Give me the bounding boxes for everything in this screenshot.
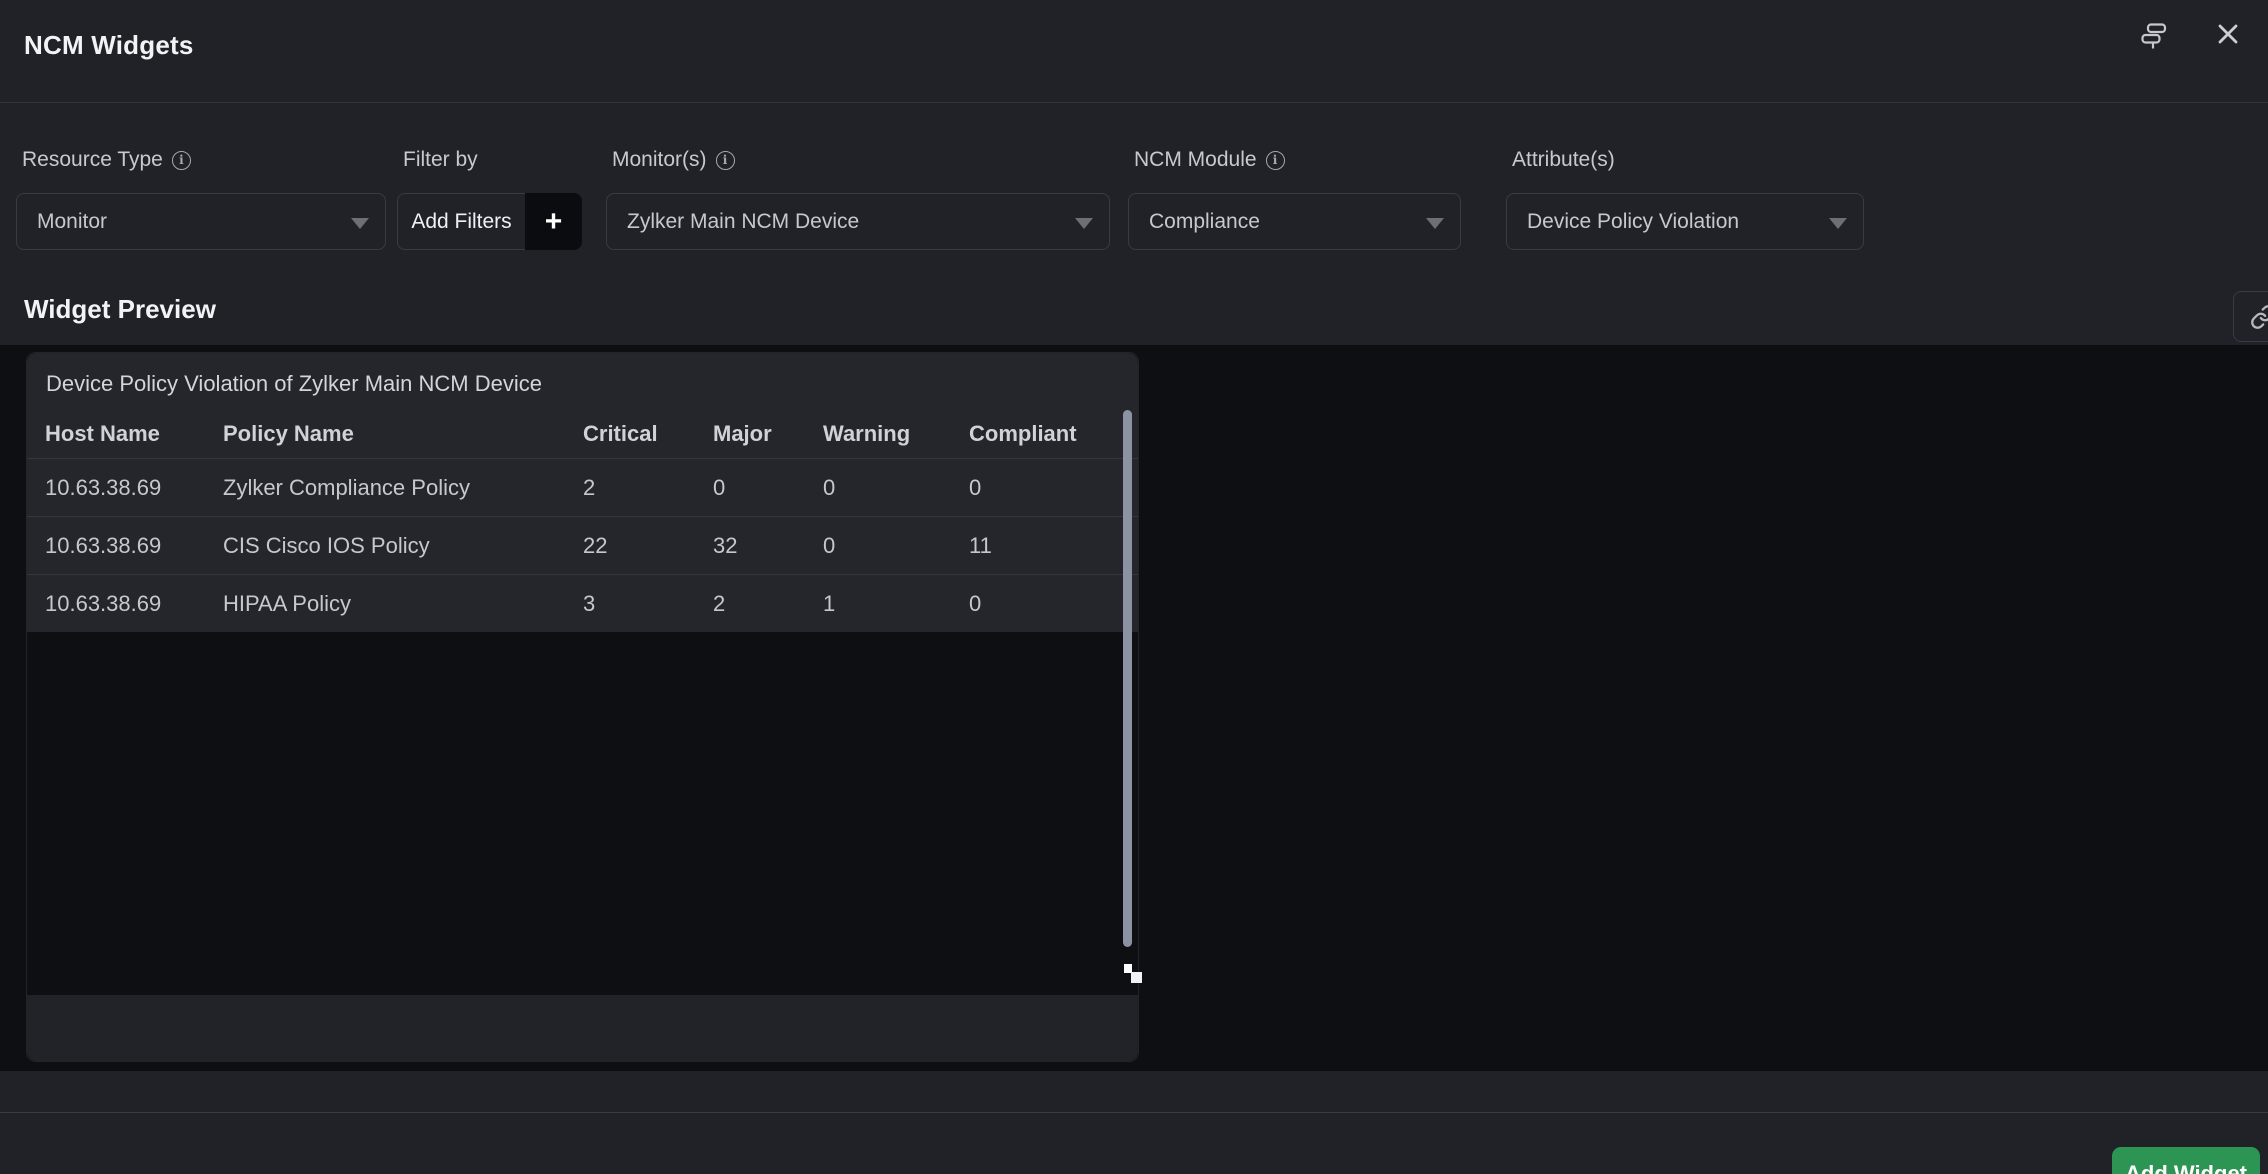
attributes-label-row: Attribute(s) [1512,148,1615,172]
cell-warning: 0 [823,475,969,501]
filter-monitors: Monitor(s) i Zylker Main NCM Device [606,138,1110,258]
filter-by-label-row: Filter by [403,148,478,172]
ncm-module-value: Compliance [1149,210,1260,234]
add-filters-control: Add Filters + [397,193,582,250]
add-widget-button[interactable]: Add Widget [2112,1147,2260,1174]
table-header-row: Host Name Policy Name Critical Major War… [27,410,1138,458]
dialog-header: NCM Widgets [0,0,2268,103]
chevron-down-icon [1075,218,1093,229]
cell-policy-name: HIPAA Policy [223,591,583,617]
page-title: NCM Widgets [24,30,194,61]
resource-type-dropdown[interactable]: Monitor [16,193,386,250]
attributes-value: Device Policy Violation [1527,210,1739,234]
ncm-module-dropdown[interactable]: Compliance [1128,193,1461,250]
signpost-button[interactable] [2134,16,2174,56]
cell-policy-name: Zylker Compliance Policy [223,475,583,501]
filter-attributes: Attribute(s) Device Policy Violation [1506,138,1864,258]
col-critical: Critical [583,421,713,447]
cell-major: 2 [713,591,823,617]
plus-icon[interactable]: + [525,193,582,250]
chevron-down-icon [351,218,369,229]
widget-preview-heading: Widget Preview [24,294,216,325]
chevron-down-icon [1426,218,1444,229]
chevron-down-icon [1829,218,1847,229]
col-warning: Warning [823,421,969,447]
filter-by-label: Filter by [403,148,478,172]
cell-host-name: 10.63.38.69 [45,591,223,617]
cell-major: 0 [713,475,823,501]
footer-divider [0,1112,2268,1113]
table-row: 10.63.38.69 Zylker Compliance Policy 2 0… [27,458,1138,516]
resource-type-value: Monitor [37,210,107,234]
monitors-dropdown[interactable]: Zylker Main NCM Device [606,193,1110,250]
ncm-module-label-row: NCM Module i [1134,148,1285,172]
widget-preview-panel: Device Policy Violation of Zylker Main N… [0,345,2268,1071]
dialog-footer: Add Widget [0,1071,2268,1174]
widget-title: Device Policy Violation of Zylker Main N… [27,353,1138,410]
close-icon [2212,18,2244,50]
cell-critical: 2 [583,475,713,501]
widget-scrollbar[interactable] [1123,410,1132,947]
close-button[interactable] [2208,14,2248,54]
attributes-label: Attribute(s) [1512,148,1615,172]
cell-host-name: 10.63.38.69 [45,475,223,501]
cell-warning: 0 [823,533,969,559]
resize-grip[interactable] [1122,964,1144,988]
link-icon [2250,304,2268,330]
cell-compliant: 0 [969,475,1138,501]
cell-policy-name: CIS Cisco IOS Policy [223,533,583,559]
info-icon[interactable]: i [172,151,191,170]
table-row: 10.63.38.69 CIS Cisco IOS Policy 22 32 0… [27,516,1138,574]
monitors-label-row: Monitor(s) i [612,148,735,172]
table-row: 10.63.38.69 HIPAA Policy 3 2 1 0 [27,574,1138,632]
cell-compliant: 0 [969,591,1138,617]
ncm-module-label: NCM Module [1134,148,1257,172]
ncm-widgets-dialog: NCM Widgets Resource Type i [0,0,2268,1174]
cell-compliant: 11 [969,533,1138,559]
copy-link-button[interactable] [2233,291,2268,342]
col-compliant: Compliant [969,421,1138,447]
monitors-label: Monitor(s) [612,148,707,172]
cell-warning: 1 [823,591,969,617]
widget-table-block: Device Policy Violation of Zylker Main N… [27,353,1138,632]
resource-type-label-row: Resource Type i [22,148,191,172]
filter-resource-type: Resource Type i Monitor [16,138,386,258]
resource-type-label: Resource Type [22,148,163,172]
cell-critical: 22 [583,533,713,559]
monitors-value: Zylker Main NCM Device [627,210,859,234]
signpost-icon [2138,20,2170,52]
col-host-name: Host Name [45,421,223,447]
widget-footer-bar [27,995,1138,1061]
add-filters-button[interactable]: Add Filters [397,193,525,250]
info-icon[interactable]: i [1266,151,1285,170]
attributes-dropdown[interactable]: Device Policy Violation [1506,193,1864,250]
col-major: Major [713,421,823,447]
widget-card: Device Policy Violation of Zylker Main N… [26,352,1139,1062]
info-icon[interactable]: i [716,151,735,170]
cell-critical: 3 [583,591,713,617]
filter-ncm-module: NCM Module i Compliance [1128,138,1461,258]
resize-grip-square [1131,972,1142,983]
col-policy-name: Policy Name [223,421,583,447]
filter-by-group: Filter by Add Filters + [397,138,582,258]
cell-major: 32 [713,533,823,559]
cell-host-name: 10.63.38.69 [45,533,223,559]
